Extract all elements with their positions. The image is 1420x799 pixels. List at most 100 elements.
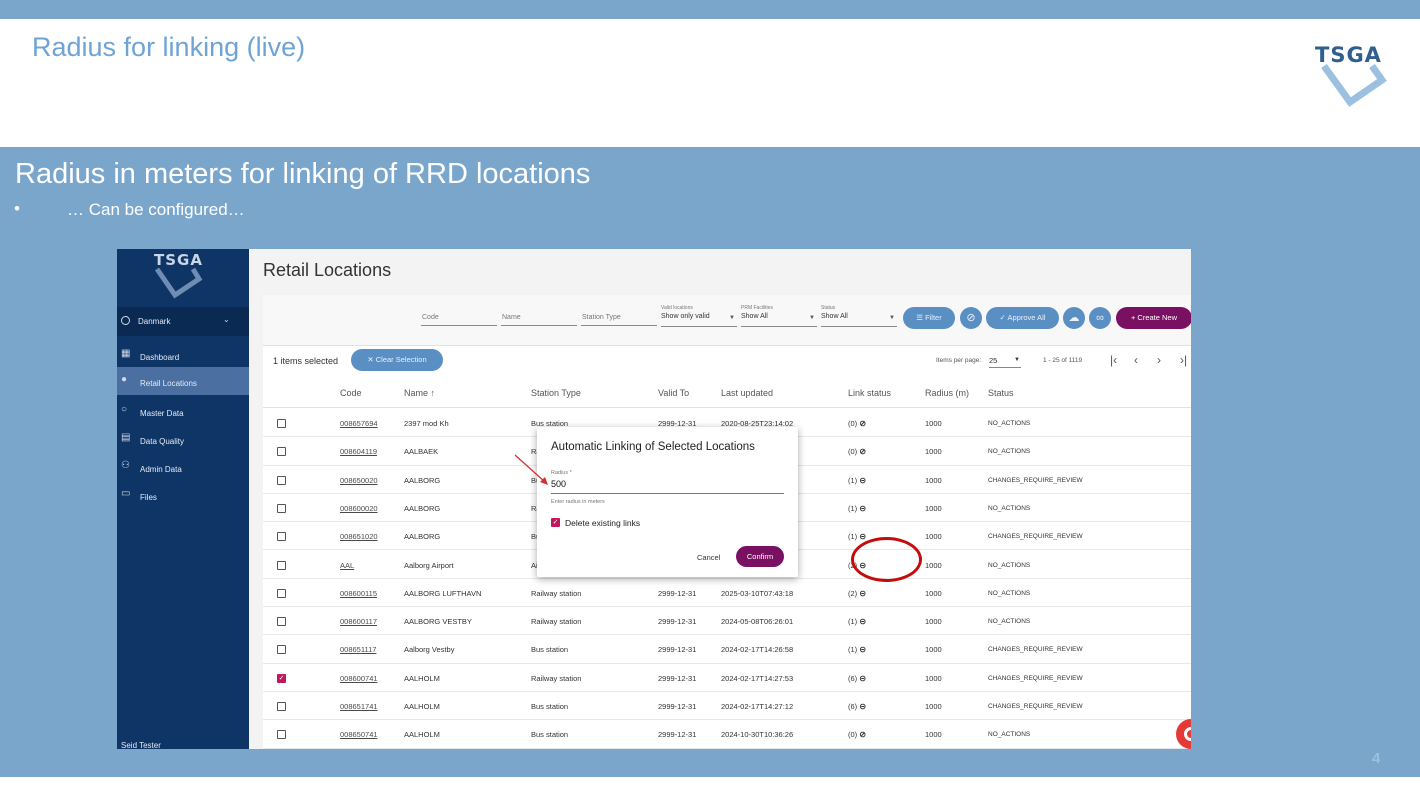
cell-code[interactable]: 008657694 bbox=[340, 419, 378, 428]
prev-page-icon[interactable]: ‹ bbox=[1134, 353, 1138, 367]
cell-code[interactable]: 008650741 bbox=[340, 730, 378, 739]
cell-station-type: Bus station bbox=[531, 730, 569, 740]
code-filter-input[interactable]: Code bbox=[421, 314, 497, 326]
cell-status: NO_ACTIONS bbox=[988, 448, 1031, 456]
first-page-icon[interactable]: |‹ bbox=[1110, 353, 1117, 367]
cell-link-status: (0) ⊘ bbox=[848, 447, 866, 456]
row-checkbox[interactable] bbox=[277, 503, 286, 513]
cell-valid-to: 2999-12-31 bbox=[658, 645, 697, 655]
station-type-filter-input[interactable]: Station Type bbox=[581, 314, 657, 326]
prm-facilities-select[interactable]: PRM Facilities Show All ▼ bbox=[741, 305, 817, 327]
sidebar-item-master-data[interactable]: ○ Master Data bbox=[117, 397, 249, 425]
create-new-button[interactable]: + Create New bbox=[1116, 307, 1191, 329]
cloud-download-icon: ☁ bbox=[1068, 312, 1080, 324]
location-pin-icon: ● bbox=[121, 374, 128, 385]
row-checkbox[interactable] bbox=[277, 645, 286, 655]
clear-filter-button[interactable]: ⊘ bbox=[960, 307, 982, 329]
name-filter-input[interactable]: Name bbox=[501, 314, 577, 326]
filter-button[interactable]: ☰ Filter bbox=[903, 307, 955, 329]
confirm-button[interactable]: Confirm bbox=[736, 546, 784, 567]
prm-caption: PRM Facilities bbox=[741, 305, 773, 311]
country-selector[interactable]: Danmark ⌄ bbox=[117, 307, 249, 336]
cancel-button[interactable]: Cancel bbox=[697, 553, 720, 562]
status-select[interactable]: Status Show All ▼ bbox=[821, 305, 897, 327]
link-icon: ⊝ bbox=[857, 702, 867, 711]
radius-input[interactable]: 500 bbox=[551, 479, 784, 494]
header-station-type[interactable]: Station Type bbox=[531, 388, 581, 398]
row-checkbox[interactable] bbox=[277, 702, 286, 711]
sidebar-item-dashboard[interactable]: ▦ Dashboard bbox=[117, 341, 249, 369]
items-per-page-label: Items per page: bbox=[936, 357, 982, 364]
sidebar-item-files[interactable]: ▭ Files bbox=[117, 481, 249, 509]
row-checkbox[interactable] bbox=[277, 447, 286, 457]
valid-caption: Valid locations bbox=[661, 305, 693, 311]
slide-top-band bbox=[0, 0, 1420, 19]
cell-name: AALBORG bbox=[404, 532, 441, 542]
row-checkbox[interactable] bbox=[277, 588, 286, 598]
cell-code[interactable]: 008600117 bbox=[340, 617, 377, 626]
row-checkbox[interactable] bbox=[277, 730, 286, 740]
cell-code[interactable]: 008650020 bbox=[340, 476, 378, 485]
row-checkbox[interactable] bbox=[277, 560, 286, 570]
dialog-title: Automatic Linking of Selected Locations bbox=[551, 441, 755, 453]
cell-radius: 1000 bbox=[925, 503, 942, 513]
sidebar-item-retail-locations[interactable]: ● Retail Locations bbox=[117, 367, 249, 395]
table-row[interactable]: 008651741 AALHOLM Bus station 2999-12-31 202… bbox=[263, 692, 1191, 721]
cell-name: AALBORG VESTBY bbox=[404, 617, 472, 627]
sidebar-item-label: Data Quality bbox=[140, 437, 185, 446]
country-label: Danmark bbox=[138, 317, 171, 326]
dropdown-arrow-icon: ▼ bbox=[809, 315, 815, 321]
cell-code[interactable]: 008600741 bbox=[340, 674, 378, 683]
header-name[interactable]: Name ↑ bbox=[404, 388, 435, 398]
cell-station-type: Railway station bbox=[531, 588, 582, 598]
table-row[interactable]: 008650741 AALHOLM Bus station 2999-12-31 202… bbox=[263, 720, 1191, 749]
row-checkbox[interactable] bbox=[277, 617, 286, 627]
cell-valid-to: 2999-12-31 bbox=[658, 702, 697, 711]
row-checkbox[interactable] bbox=[277, 532, 286, 542]
sidebar-item-data-quality[interactable]: ▤ Data Quality bbox=[117, 425, 249, 453]
cell-code[interactable]: 008651117 bbox=[340, 645, 376, 654]
cell-code[interactable]: 008604119 bbox=[340, 447, 377, 456]
cell-code[interactable]: 008651020 bbox=[340, 532, 378, 541]
delete-links-checkbox[interactable]: ✓ bbox=[551, 518, 560, 527]
cell-status: NO_ACTIONS bbox=[988, 561, 1031, 569]
header-radius[interactable]: Radius (m) bbox=[925, 388, 969, 398]
header-code[interactable]: Code bbox=[340, 388, 362, 398]
cell-code[interactable]: 008651741 bbox=[340, 702, 378, 711]
valid-locations-select[interactable]: Valid locations Show only valid ▼ bbox=[661, 305, 737, 327]
sidebar-item-label: Admin Data bbox=[140, 465, 182, 474]
cell-radius: 1000 bbox=[925, 730, 942, 740]
items-per-page-select[interactable]: 25 ▼ bbox=[989, 356, 1021, 368]
table-row[interactable]: 008651117 Aalborg Vestby Bus station 2999-1… bbox=[263, 635, 1191, 664]
header-status[interactable]: Status bbox=[988, 388, 1014, 398]
header-last-updated[interactable]: Last updated bbox=[721, 388, 773, 398]
link-icon: ⊝ bbox=[857, 673, 867, 683]
sidebar-item-label: Retail Locations bbox=[140, 379, 197, 388]
cell-code[interactable]: AAL bbox=[340, 561, 354, 570]
clear-selection-button[interactable]: ✕ Clear Selection bbox=[351, 349, 443, 371]
cell-code[interactable]: 008600020 bbox=[340, 504, 378, 513]
link-button[interactable]: ∞ bbox=[1089, 307, 1111, 329]
header-link-status[interactable]: Link status bbox=[848, 388, 891, 398]
cell-link-status: (2) ⊝ bbox=[848, 589, 866, 598]
last-page-icon[interactable]: ›| bbox=[1180, 353, 1187, 367]
row-checkbox[interactable] bbox=[277, 419, 286, 428]
download-button[interactable]: ☁ bbox=[1063, 307, 1085, 329]
row-checkbox[interactable]: ✓ bbox=[277, 673, 286, 683]
table-row[interactable]: 008600115 AALBORG LUFTHAVN Railway station… bbox=[263, 579, 1191, 608]
row-checkbox[interactable] bbox=[277, 475, 286, 485]
link-count: (1) bbox=[848, 475, 858, 485]
link-count: (1) bbox=[848, 617, 858, 627]
sidebar-item-admin-data[interactable]: ⚇ Admin Data bbox=[117, 453, 249, 481]
link-icon: ⊝ bbox=[857, 503, 867, 513]
cell-last-updated: 2024-02-17T14:27:12 bbox=[721, 702, 794, 711]
table-row[interactable]: ✓ 008600741 AALHOLM Railway station 2999-12-… bbox=[263, 664, 1191, 692]
cell-code[interactable]: 008600115 bbox=[340, 589, 377, 598]
app-logo: TSGA bbox=[147, 251, 217, 299]
header-valid-to[interactable]: Valid To bbox=[658, 388, 689, 398]
table-row[interactable]: 008600117 AALBORG VESTBY Railway station 29… bbox=[263, 607, 1191, 636]
user-menu[interactable]: Seid Tester bbox=[121, 741, 161, 749]
approve-all-button[interactable]: ✓ Approve All bbox=[986, 307, 1059, 329]
status-caption: Status bbox=[821, 305, 836, 311]
next-page-icon[interactable]: › bbox=[1157, 353, 1161, 367]
